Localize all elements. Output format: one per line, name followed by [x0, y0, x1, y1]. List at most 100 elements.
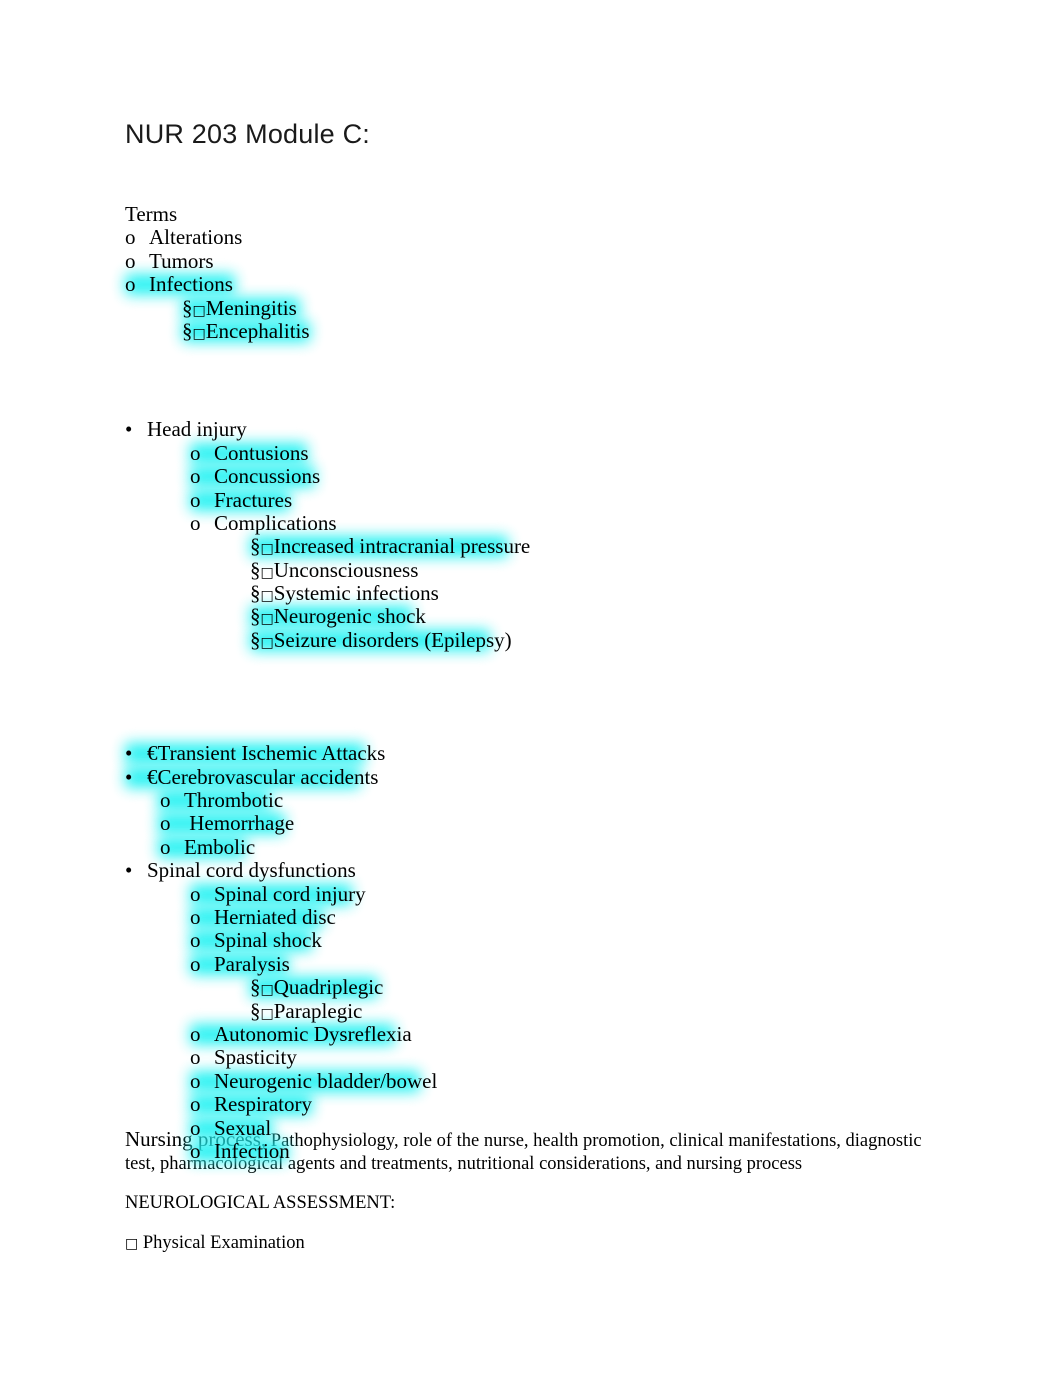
list-item-label: Complications [214, 510, 337, 535]
circle-bullet-icon: o [190, 440, 201, 465]
circle-bullet-icon: o [190, 1138, 201, 1163]
notdef-box-icon: □ [260, 1005, 274, 1022]
list-item-label: Paralysis [214, 951, 290, 976]
list-item-label: Respiratory [214, 1092, 312, 1117]
list-item: §□Quadriplegic [0, 975, 1062, 999]
circle-bullet-icon: o [160, 834, 171, 859]
list-item: o Tumors [0, 248, 1062, 273]
list-item-label: Systemic infections [273, 581, 439, 606]
circle-bullet-icon: o [190, 1045, 201, 1070]
list-item-label: Thrombotic [184, 788, 284, 813]
disc-bullet-icon: • [125, 858, 133, 883]
list-item: o Paralysis [0, 951, 1062, 976]
list-item: • €Transient Ischemic Attacks [0, 741, 1062, 766]
notdef-box-icon: □ [125, 1235, 139, 1252]
disc-bullet-icon: • [125, 417, 133, 442]
list-item: §□Systemic infections [0, 581, 1062, 606]
list-item-label: Autonomic Dysreflexia [214, 1021, 412, 1046]
list-item-label: Encephalitis [205, 318, 310, 343]
list-item-label: Concussions [214, 464, 321, 489]
list-item-label: Spinal cord injury [214, 881, 366, 906]
list-item-label: Neurogenic bladder/bowel [214, 1068, 438, 1093]
list-item: • Head injury [0, 417, 1062, 442]
list-item: o Neurogenic bladder/bowel [0, 1068, 1062, 1093]
physical-examination-item: □ Physical Examination [125, 1232, 925, 1256]
list-item-label: Alterations [149, 225, 243, 250]
list-item: §□Paraplegic [0, 998, 1062, 1023]
list-item: §□Increased intracranial pressure [0, 534, 1062, 559]
circle-bullet-icon: o [190, 1068, 201, 1093]
euro-bullet-icon: € [147, 741, 158, 766]
list-item: o Hemorrhage [0, 812, 1062, 835]
circle-bullet-icon: o [160, 788, 171, 813]
list-item-label: Contusions [214, 440, 309, 465]
notdef-box-icon: □ [192, 325, 206, 342]
list-item-label: Paraplegic [273, 998, 363, 1023]
list-item-label: Spasticity [214, 1045, 297, 1070]
list-item: o Thrombotic [0, 788, 1062, 813]
list-item: o Fractures [0, 487, 1062, 512]
circle-bullet-icon: o [190, 881, 201, 906]
circle-bullet-icon: o [125, 225, 136, 250]
section-bullet-icon: § [250, 534, 261, 559]
list-item: §□Encephalitis [0, 318, 1062, 343]
euro-bullet-icon: € [147, 764, 158, 789]
list-item: §□Meningitis [0, 295, 1062, 320]
list-item-label: Unconsciousness [273, 557, 419, 582]
list-item: o Herniated disc [0, 905, 1062, 929]
disc-bullet-icon: • [125, 764, 133, 789]
list-item-label: Increased intracranial pressure [273, 534, 531, 559]
list-item: o Spinal cord injury [0, 881, 1062, 906]
list-item-label: Cerebrovascular accidents [157, 764, 379, 789]
list-item-label: Neurogenic shock [273, 604, 426, 629]
circle-bullet-icon: o [190, 1115, 201, 1140]
list-item-label: Fractures [214, 487, 293, 512]
section-bullet-icon: § [250, 581, 261, 606]
list-item-label: Head injury [147, 417, 247, 442]
list-item-label: Infection [214, 1138, 290, 1163]
list-item: o Autonomic Dysreflexia [0, 1021, 1062, 1046]
circle-bullet-icon: o [190, 951, 201, 976]
list-item-label: Hemorrhage [184, 811, 295, 836]
document-page: NUR 203 Module C: Terms o Alterations o Tu… [0, 0, 1062, 1377]
list-item-label: Infections [149, 272, 233, 297]
list-item-label: Sexual [214, 1115, 272, 1140]
neurological-assessment-heading: NEUROLOGICAL ASSESSMENT: [125, 1193, 396, 1213]
list-item: o Spinal shock [0, 928, 1062, 953]
notdef-box-icon: □ [260, 611, 274, 628]
list-item-label: Meningitis [205, 295, 297, 320]
circle-bullet-icon: o [190, 464, 201, 489]
outline-content: Terms o Alterations o Tumors o Infections §… [0, 202, 1062, 1163]
list-item: o Infections [0, 272, 1062, 297]
physical-examination-label: Physical Examination [138, 1232, 305, 1253]
circle-bullet-icon: o [190, 510, 201, 535]
list-item: o Alterations [0, 225, 1062, 250]
section-bullet-icon: § [182, 295, 193, 320]
notdef-box-icon: □ [260, 982, 274, 999]
list-item: §□Seizure disorders (Epilepsy) [0, 627, 1062, 652]
list-item: o Complications [0, 510, 1062, 535]
circle-bullet-icon: o [190, 1092, 201, 1117]
disc-bullet-icon: • [125, 741, 133, 766]
section-bullet-icon: § [250, 998, 261, 1023]
page-title: NUR 203 Module C: [125, 119, 371, 149]
list-item: • Spinal cord dysfunctions [0, 858, 1062, 883]
list-item-label: Transient Ischemic Attacks [157, 741, 386, 766]
list-item-label: Spinal cord dysfunctions [147, 858, 356, 883]
list-item-label: Seizure disorders (Epilepsy) [273, 627, 512, 652]
circle-bullet-icon: o [125, 248, 136, 273]
notdef-box-icon: □ [260, 588, 274, 605]
list-item-label: Embolic [184, 834, 256, 859]
terms-heading: Terms [125, 202, 178, 226]
notdef-box-icon: □ [260, 564, 274, 581]
section-bullet-icon: § [250, 604, 261, 629]
circle-bullet-icon: o [190, 928, 201, 953]
list-item-label: Spinal shock [214, 928, 322, 953]
section-bullet-icon: § [182, 318, 193, 343]
circle-bullet-icon: o [160, 811, 171, 836]
circle-bullet-icon: o [190, 1021, 201, 1046]
list-item-label: Tumors [149, 248, 214, 273]
section-bullet-icon: § [250, 557, 261, 582]
